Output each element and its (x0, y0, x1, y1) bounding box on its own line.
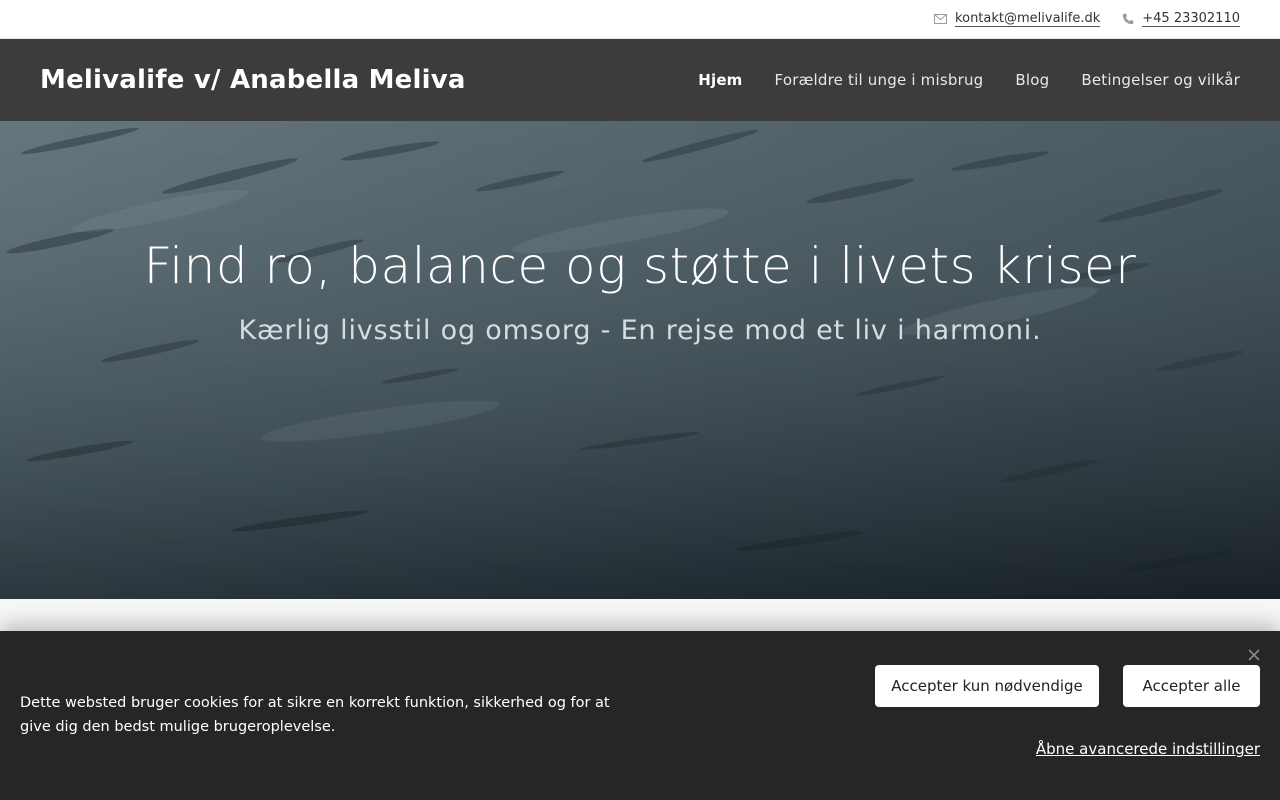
contact-bar: kontakt@melivalife.dk +45 23302110 (0, 0, 1280, 39)
hero-title: Find ro, balance og støtte i livets kris… (143, 237, 1137, 295)
cookie-banner: Dette websted bruger cookies for at sikr… (0, 631, 1280, 800)
phone-contact: +45 23302110 (1122, 11, 1240, 27)
accept-necessary-button[interactable]: Accepter kun nødvendige (875, 665, 1099, 707)
hero-subtitle: Kærlig livsstil og omsorg - En rejse mod… (238, 315, 1042, 346)
accept-all-button[interactable]: Accepter alle (1123, 665, 1260, 707)
phone-icon (1123, 13, 1134, 25)
email-link[interactable]: kontakt@melivalife.dk (955, 11, 1101, 27)
phone-link[interactable]: +45 23302110 (1142, 11, 1240, 27)
nav-item-blog[interactable]: Blog (1015, 71, 1049, 89)
nav-item-foraeldre[interactable]: Forældre til unge i misbrug (775, 71, 984, 89)
site-header: Melivalife v/ Anabella Meliva Hjem Foræl… (0, 39, 1280, 121)
main-nav: Hjem Forældre til unge i misbrug Blog Be… (698, 71, 1240, 89)
close-icon[interactable] (1246, 647, 1262, 663)
nav-item-hjem[interactable]: Hjem (698, 71, 742, 89)
site-logo[interactable]: Melivalife v/ Anabella Meliva (40, 65, 466, 95)
advanced-settings-link[interactable]: Åbne avancerede indstillinger (1036, 740, 1260, 758)
hero-section: Find ro, balance og støtte i livets kris… (0, 121, 1280, 599)
content-strip (0, 599, 1280, 631)
nav-item-betingelser[interactable]: Betingelser og vilkår (1081, 71, 1240, 89)
email-contact: kontakt@melivalife.dk (934, 11, 1101, 27)
water-background-image (0, 121, 1280, 599)
mail-icon (934, 14, 948, 24)
cookie-message: Dette websted bruger cookies for at sikr… (20, 695, 610, 735)
